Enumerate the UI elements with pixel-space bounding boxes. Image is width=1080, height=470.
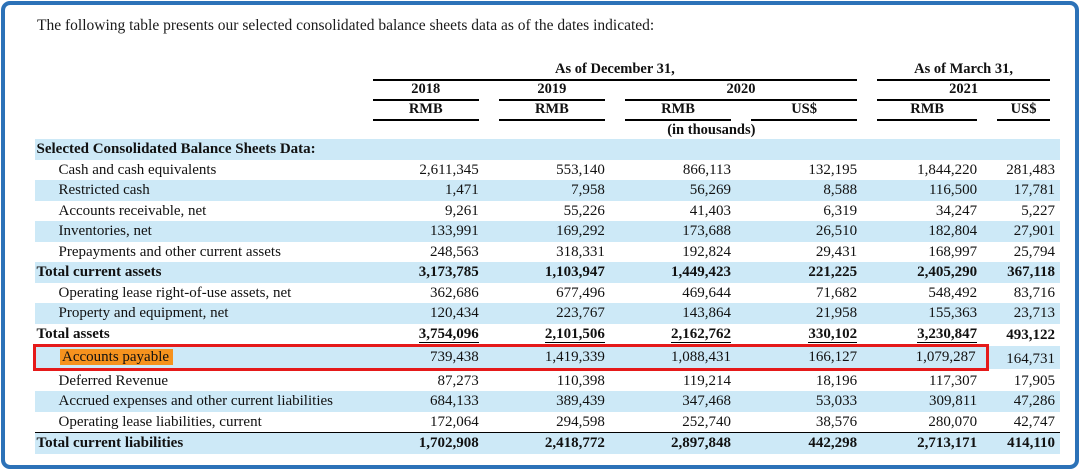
- col-group-march: As of March 31,: [867, 61, 1060, 81]
- row-accounts-receivable: Accounts receivable, net 9,261 55,226 41…: [35, 201, 1061, 222]
- row-prepayments: Prepayments and other current assets 248…: [35, 242, 1061, 263]
- intro-text: The following table presents our selecte…: [37, 17, 1055, 35]
- row-cash-and-cash-equivalents: Cash and cash equivalents 2,611,345 553,…: [35, 160, 1061, 181]
- row-accounts-payable-highlighted: Accounts payable 739,438 1,419,339 1,088…: [35, 346, 1061, 370]
- highlight-marker: Accounts payable: [60, 349, 173, 365]
- document-frame: The following table presents our selecte…: [1, 1, 1079, 469]
- col-currency-rmb-2021: RMB: [867, 101, 987, 121]
- row-total-current-assets: Total current assets 3,173,785 1,103,947…: [35, 262, 1061, 283]
- col-currency-usd-2020: US$: [741, 101, 867, 121]
- highlight-box-end: 1,079,287: [867, 346, 987, 370]
- row-inventories: Inventories, net 133,991 169,292 173,688…: [35, 221, 1061, 242]
- col-currency-rmb-2020: RMB: [615, 101, 741, 121]
- col-year-2018: 2018: [363, 81, 489, 101]
- row-deferred-revenue: Deferred Revenue 87,273 110,398 119,214 …: [35, 369, 1061, 391]
- units-note-row: (in thousands): [35, 121, 1061, 139]
- row-restricted-cash: Restricted cash 1,471 7,958 56,269 8,588…: [35, 180, 1061, 201]
- row-operating-lease-rou-assets: Operating lease right-of-use assets, net…: [35, 283, 1061, 304]
- col-year-2021: 2021: [867, 81, 1060, 101]
- row-total-current-liabilities: Total current liabilities 1,702,908 2,41…: [35, 433, 1061, 454]
- balance-sheet-table-container: As of December 31, As of March 31, 2018 …: [33, 61, 1060, 454]
- col-currency-usd-2021: US$: [987, 101, 1060, 121]
- header-year-row: 2018 2019 2020 2021: [35, 81, 1061, 101]
- section-header-row: Selected Consolidated Balance Sheets Dat…: [35, 139, 1061, 160]
- units-note: (in thousands): [363, 121, 1060, 139]
- col-group-december: As of December 31,: [363, 61, 868, 81]
- col-currency-rmb-2018: RMB: [363, 101, 489, 121]
- header-group-row: As of December 31, As of March 31,: [35, 61, 1061, 81]
- col-year-2019: 2019: [489, 81, 615, 101]
- row-accrued-expenses: Accrued expenses and other current liabi…: [35, 391, 1061, 412]
- col-currency-rmb-2019: RMB: [489, 101, 615, 121]
- row-total-assets: Total assets 3,754,096 2,101,506 2,162,7…: [35, 324, 1061, 346]
- section-header: Selected Consolidated Balance Sheets Dat…: [35, 139, 1061, 160]
- row-property-and-equipment: Property and equipment, net 120,434 223,…: [35, 303, 1061, 324]
- col-year-2020: 2020: [615, 81, 867, 101]
- balance-sheet-table: As of December 31, As of March 31, 2018 …: [33, 61, 1060, 454]
- header-currency-row: RMB RMB RMB US$ RMB US$: [35, 101, 1061, 121]
- row-operating-lease-liabilities: Operating lease liabilities, current 172…: [35, 412, 1061, 433]
